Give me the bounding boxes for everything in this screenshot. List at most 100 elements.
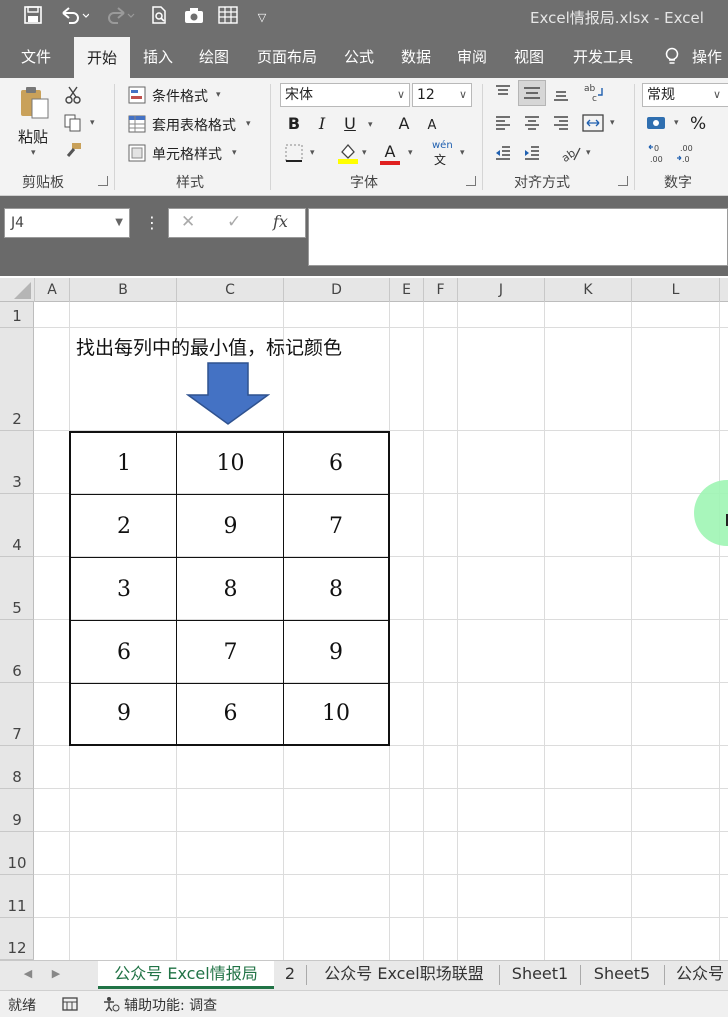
format-as-table-icon[interactable] [128, 115, 146, 133]
align-center-icon[interactable] [523, 114, 541, 132]
grow-font-button[interactable]: A [393, 112, 415, 136]
select-all-corner[interactable] [0, 278, 35, 302]
column-header-f[interactable]: F [424, 278, 458, 302]
wrap-text-icon[interactable]: ab c [584, 82, 606, 104]
column-header-k[interactable]: K [545, 278, 632, 302]
row-header-1[interactable]: 1 [0, 302, 34, 328]
cell-d5[interactable]: 8 [284, 558, 388, 621]
tab-developer[interactable]: 开发工具 [560, 36, 646, 78]
tab-file[interactable]: 文件 [8, 36, 64, 78]
font-name-combo[interactable]: 宋体 ∨ [280, 83, 410, 107]
lightbulb-icon[interactable] [660, 36, 684, 78]
font-color-dropdown-icon[interactable]: ▾ [408, 148, 413, 158]
border-icon[interactable] [285, 144, 303, 162]
print-preview-icon[interactable] [148, 6, 170, 30]
cell-d3[interactable]: 6 [284, 433, 388, 495]
cell-styles-dropdown-icon[interactable]: ▾ [232, 148, 237, 158]
down-arrow-shape[interactable] [186, 362, 270, 426]
column-header-b[interactable]: B [70, 278, 177, 302]
column-header-j[interactable]: J [458, 278, 545, 302]
align-right-icon[interactable] [552, 114, 570, 132]
tab-review[interactable]: 审阅 [446, 36, 498, 78]
tab-page-layout[interactable]: 页面布局 [244, 36, 330, 78]
table-grid-icon[interactable] [216, 6, 240, 30]
row-header-3[interactable]: 3 [0, 431, 34, 494]
scroll-tabs-left-icon[interactable]: ◀ [20, 961, 36, 989]
accessibility-icon[interactable] [102, 996, 120, 1016]
column-header-d[interactable]: D [284, 278, 390, 302]
tab-formulas[interactable]: 公式 [334, 36, 384, 78]
tab-home[interactable]: 开始 [74, 36, 130, 78]
align-left-icon[interactable] [494, 114, 512, 132]
tab-tell-me[interactable]: 操作 [692, 36, 728, 78]
sheet-tab[interactable]: 公众号 [670, 961, 728, 989]
cell-b4[interactable]: 2 [71, 495, 177, 558]
paste-dropdown-icon[interactable]: ▾ [31, 148, 36, 158]
cut-icon[interactable] [64, 86, 82, 104]
sheet-tab[interactable]: Sheet5 [584, 961, 660, 989]
column-header-e[interactable]: E [390, 278, 424, 302]
fill-color-icon[interactable] [338, 142, 358, 164]
sheet-tab[interactable]: 公众号 Excel职场联盟 [312, 961, 496, 989]
format-as-table-dropdown-icon[interactable]: ▾ [246, 119, 251, 129]
cell-b7[interactable]: 9 [71, 684, 177, 744]
cell-d4[interactable]: 7 [284, 495, 388, 558]
enter-button[interactable]: ✓ [227, 212, 241, 232]
cell-b5[interactable]: 3 [71, 558, 177, 621]
more-options-icon[interactable]: ⋮ [144, 212, 160, 236]
accessibility-status[interactable]: 辅助功能: 调查 [124, 995, 217, 1015]
format-painter-icon[interactable] [64, 142, 82, 160]
shrink-font-button[interactable]: A [421, 114, 443, 138]
paste-icon[interactable] [18, 86, 50, 120]
cell-b6[interactable]: 6 [71, 621, 177, 684]
cell-c4[interactable]: 9 [177, 495, 284, 558]
tab-data[interactable]: 数据 [390, 36, 442, 78]
percent-button[interactable]: % [690, 114, 706, 134]
column-header-l[interactable]: L [632, 278, 720, 302]
orientation-icon[interactable]: ab [559, 142, 582, 165]
paste-label[interactable]: 粘贴 [18, 126, 48, 147]
sheet-tab-active[interactable]: 公众号 Excel情报局 [98, 961, 274, 989]
merge-dropdown-icon[interactable]: ▾ [610, 118, 615, 128]
bold-button[interactable]: B [283, 112, 305, 136]
cell-b3[interactable]: 1 [71, 433, 177, 495]
cell-c5[interactable]: 8 [177, 558, 284, 621]
conditional-format-button[interactable]: 条件格式 [152, 86, 208, 106]
clipboard-launcher-icon[interactable] [98, 176, 108, 186]
accounting-format-icon[interactable] [646, 114, 668, 132]
scroll-tabs-right-icon[interactable]: ▶ [48, 961, 64, 989]
merge-center-icon[interactable] [582, 112, 604, 134]
cell-d7[interactable]: 10 [284, 684, 388, 744]
format-as-table-button[interactable]: 套用表格格式 [152, 115, 236, 135]
row-header-8[interactable]: 8 [0, 746, 34, 789]
tab-insert[interactable]: 插入 [132, 36, 184, 78]
increase-indent-icon[interactable] [523, 144, 541, 162]
row-header-9[interactable]: 9 [0, 789, 34, 832]
alignment-launcher-icon[interactable] [618, 176, 628, 186]
font-launcher-icon[interactable] [466, 176, 476, 186]
conditional-format-icon[interactable] [128, 86, 146, 104]
sheet-caption[interactable]: 找出每列中的最小值，标记颜色 [76, 333, 342, 360]
row-header-12[interactable]: 12 [0, 918, 34, 960]
row-header-5[interactable]: 5 [0, 557, 34, 620]
row-header-10[interactable]: 10 [0, 832, 34, 875]
increase-decimal-icon[interactable]: 0.00 [648, 142, 668, 164]
accounting-dropdown-icon[interactable]: ▾ [674, 118, 679, 128]
sheet-tab[interactable]: 2 [278, 961, 302, 989]
macro-record-icon[interactable] [62, 996, 78, 1016]
redo-icon[interactable] [104, 6, 138, 30]
font-size-combo[interactable]: 12 ∨ [412, 83, 472, 107]
copy-dropdown-icon[interactable]: ▾ [90, 118, 95, 128]
undo-icon[interactable] [56, 6, 92, 30]
cancel-button[interactable]: ✕ [181, 212, 195, 232]
number-format-combo[interactable]: 常规 ∨ [642, 83, 728, 107]
align-middle-icon[interactable] [518, 80, 546, 106]
decrease-decimal-icon[interactable]: .00.0 [676, 142, 696, 164]
cell-styles-button[interactable]: 单元格样式 [152, 144, 222, 164]
cell-c7[interactable]: 6 [177, 684, 284, 744]
row-header-7[interactable]: 7 [0, 683, 34, 746]
underline-dropdown-icon[interactable]: ▾ [368, 120, 373, 130]
tab-draw[interactable]: 绘图 [188, 36, 240, 78]
copy-icon[interactable] [64, 114, 82, 132]
decrease-indent-icon[interactable] [494, 144, 512, 162]
